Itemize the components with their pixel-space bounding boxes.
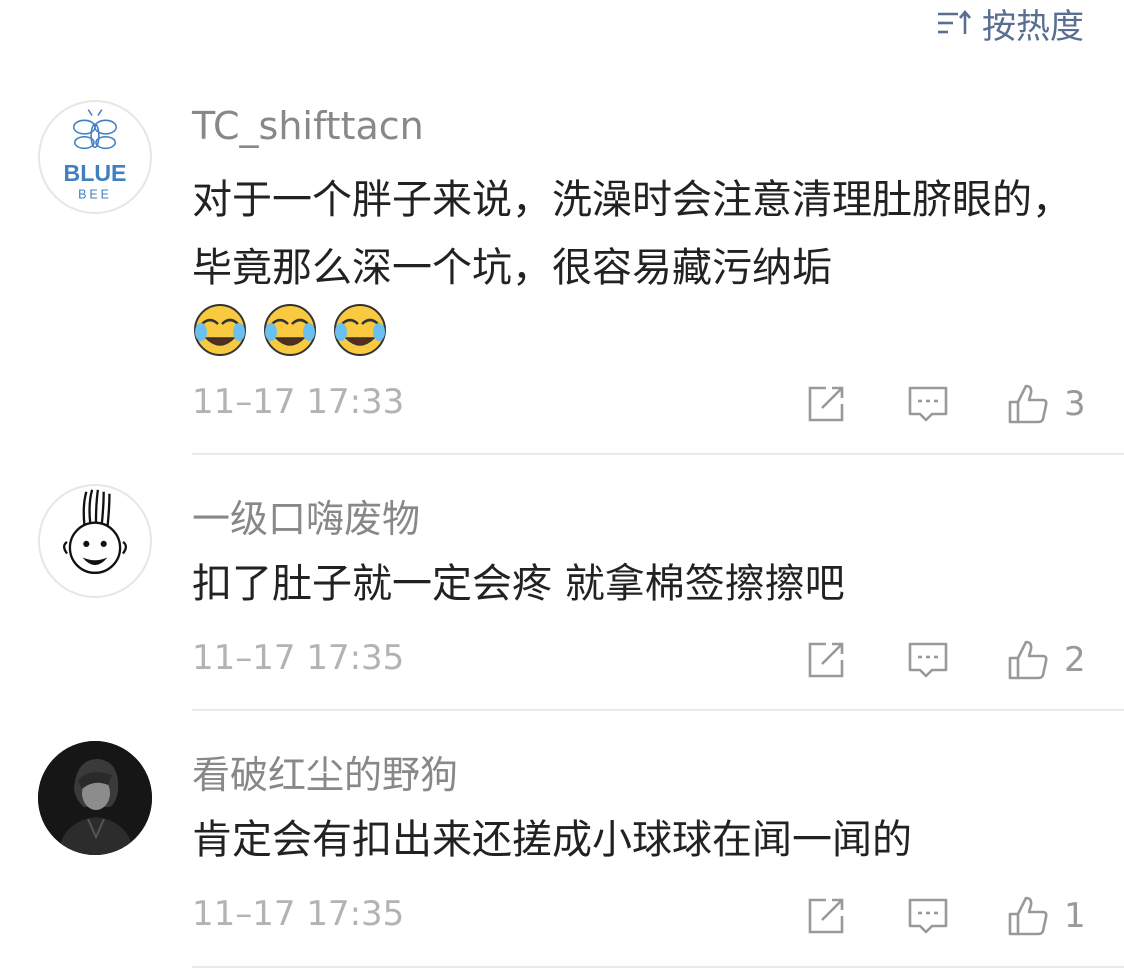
share-icon bbox=[808, 386, 844, 422]
avatar[interactable] bbox=[38, 741, 152, 855]
share-button[interactable] bbox=[804, 638, 848, 682]
share-icon bbox=[808, 898, 844, 934]
like-count: 3 bbox=[1064, 384, 1086, 424]
comment-icon bbox=[908, 642, 948, 678]
thumbs-up-icon bbox=[1008, 384, 1048, 424]
divider bbox=[192, 966, 1124, 968]
username[interactable]: 看破红尘的野狗 bbox=[192, 744, 458, 799]
comment-actions: 1 bbox=[804, 894, 1086, 938]
laugh-cry-emoji bbox=[194, 304, 246, 356]
username[interactable]: 一级口嗨废物 bbox=[192, 488, 420, 543]
like-button[interactable]: 1 bbox=[1006, 894, 1086, 938]
cartoon-face-avatar bbox=[62, 489, 128, 574]
avatar[interactable] bbox=[38, 484, 152, 598]
sort-icon bbox=[938, 9, 971, 34]
like-button[interactable]: 2 bbox=[1006, 638, 1086, 682]
dark-portrait-avatar bbox=[38, 741, 152, 855]
timestamp: 11–17 17:33 bbox=[192, 382, 405, 422]
comment-text: 扣了肚子就一定会疼 就拿棉签擦擦吧 bbox=[192, 561, 845, 607]
like-count: 1 bbox=[1064, 896, 1086, 936]
comment-button[interactable] bbox=[906, 382, 950, 426]
comment-text: 对于一个胖子来说，洗澡时会注意清理肚脐眼的，毕竟那么深一个坑，很容易藏污纳垢 bbox=[192, 177, 1072, 291]
comment-actions: 2 bbox=[804, 638, 1086, 682]
timestamp: 11–17 17:35 bbox=[192, 638, 405, 678]
avatar[interactable]: BLUE BEE bbox=[38, 100, 152, 214]
share-button[interactable] bbox=[804, 894, 848, 938]
comment-button[interactable] bbox=[906, 638, 950, 682]
like-button[interactable]: 3 bbox=[1006, 382, 1086, 426]
sort-label: 按热度 bbox=[982, 6, 1084, 47]
laugh-cry-emoji bbox=[264, 304, 316, 356]
like-count: 2 bbox=[1064, 640, 1086, 680]
emoji-row bbox=[192, 302, 388, 358]
divider bbox=[192, 709, 1124, 711]
sort-button[interactable]: 按热度 bbox=[936, 0, 1084, 47]
svg-text:BEE: BEE bbox=[78, 187, 112, 201]
svg-text:BLUE: BLUE bbox=[64, 160, 127, 186]
comment-actions: 3 bbox=[804, 382, 1086, 426]
share-icon bbox=[808, 642, 844, 678]
comment-button[interactable] bbox=[906, 894, 950, 938]
timestamp: 11–17 17:35 bbox=[192, 894, 405, 934]
comment-icon bbox=[908, 898, 948, 934]
thumbs-up-icon bbox=[1008, 896, 1048, 936]
share-button[interactable] bbox=[804, 382, 848, 426]
divider bbox=[192, 453, 1124, 455]
comment-icon bbox=[908, 386, 948, 422]
blue-bee-logo: BLUE BEE bbox=[64, 109, 127, 201]
username[interactable]: TC_shifttacn bbox=[192, 104, 424, 148]
laugh-cry-emoji bbox=[334, 304, 386, 356]
thumbs-up-icon bbox=[1008, 640, 1048, 680]
comment-text: 肯定会有扣出来还搓成小球球在闻一闻的 bbox=[192, 817, 912, 863]
